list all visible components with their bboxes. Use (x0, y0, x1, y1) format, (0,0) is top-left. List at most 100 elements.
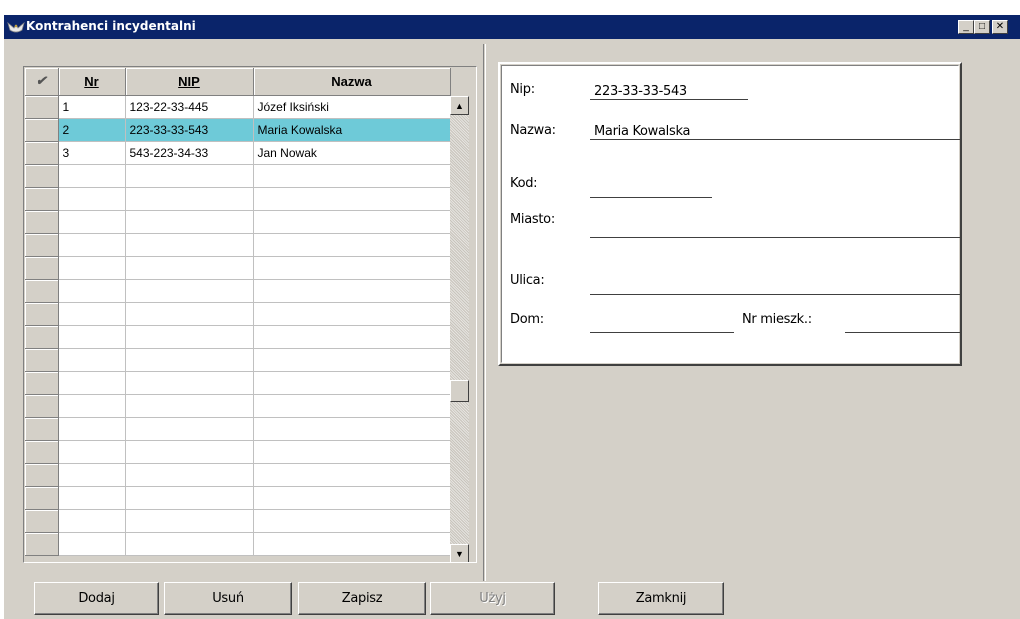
cell-nip[interactable]: 223-33-33-543 (125, 118, 254, 142)
title-bar[interactable]: Kontrahenci incydentalni _ □ ✕ (4, 15, 1020, 39)
empty-cell[interactable] (253, 371, 451, 395)
empty-cell[interactable] (125, 509, 254, 533)
empty-cell[interactable] (58, 532, 126, 556)
check-column-header[interactable]: ✔ (25, 68, 59, 96)
zapisz-button[interactable]: Zapisz (298, 582, 426, 615)
empty-cell[interactable] (125, 164, 254, 188)
row-indicator[interactable] (25, 348, 59, 372)
empty-cell[interactable] (58, 394, 126, 418)
empty-row[interactable] (25, 348, 451, 372)
empty-cell[interactable] (125, 325, 254, 349)
empty-cell[interactable] (125, 394, 254, 418)
row-indicator[interactable] (25, 233, 59, 257)
empty-cell[interactable] (253, 486, 451, 510)
empty-cell[interactable] (253, 348, 451, 372)
empty-cell[interactable] (253, 532, 451, 556)
cell-nazwa[interactable]: Jan Nowak (253, 141, 451, 165)
nazwa-field[interactable]: Maria Kowalska (590, 123, 962, 140)
empty-row[interactable] (25, 302, 451, 326)
empty-row[interactable] (25, 279, 451, 303)
row-indicator[interactable] (25, 210, 59, 234)
dodaj-button[interactable]: Dodaj (34, 582, 159, 615)
row-indicator[interactable] (25, 279, 59, 303)
empty-cell[interactable] (253, 279, 451, 303)
row-indicator[interactable] (25, 302, 59, 326)
row-indicator[interactable] (25, 371, 59, 395)
empty-row[interactable] (25, 256, 451, 280)
empty-row[interactable] (25, 325, 451, 349)
row-indicator[interactable] (25, 417, 59, 441)
contractors-grid[interactable]: ✔ Nr NIP Nazwa 1 123-22-33-445 Józef Iksiń… (23, 66, 477, 563)
table-row[interactable]: 1 123-22-33-445 Józef Iksiński (25, 95, 451, 119)
column-header-nazwa[interactable]: Nazwa (253, 68, 451, 96)
empty-cell[interactable] (253, 233, 451, 257)
empty-row[interactable] (25, 187, 451, 211)
empty-cell[interactable] (125, 532, 254, 556)
empty-cell[interactable] (253, 164, 451, 188)
empty-cell[interactable] (58, 164, 126, 188)
dom-field[interactable] (590, 316, 734, 333)
miasto-field[interactable] (590, 221, 962, 238)
empty-row[interactable] (25, 371, 451, 395)
empty-cell[interactable] (58, 233, 126, 257)
empty-row[interactable] (25, 463, 451, 487)
uzyj-button[interactable]: Użyj (430, 582, 555, 615)
empty-cell[interactable] (58, 463, 126, 487)
empty-cell[interactable] (125, 463, 254, 487)
empty-cell[interactable] (58, 348, 126, 372)
empty-row[interactable] (25, 486, 451, 510)
cell-nip[interactable]: 543-223-34-33 (125, 141, 254, 165)
minimize-button[interactable]: _ (958, 20, 974, 34)
scroll-thumb[interactable] (450, 380, 469, 402)
row-indicator[interactable] (25, 486, 59, 510)
row-indicator[interactable] (25, 118, 59, 142)
kod-field[interactable] (590, 181, 712, 198)
zamknij-button[interactable]: Zamknij (598, 582, 724, 615)
empty-cell[interactable] (125, 302, 254, 326)
empty-cell[interactable] (253, 325, 451, 349)
empty-cell[interactable] (125, 256, 254, 280)
maximize-button[interactable]: □ (974, 20, 990, 34)
cell-nr[interactable]: 2 (58, 118, 126, 142)
cell-nr[interactable]: 1 (58, 95, 126, 119)
empty-cell[interactable] (58, 256, 126, 280)
empty-cell[interactable] (253, 187, 451, 211)
cell-nip[interactable]: 123-22-33-445 (125, 95, 254, 119)
empty-cell[interactable] (253, 256, 451, 280)
table-row[interactable]: 2 223-33-33-543 Maria Kowalska (25, 118, 451, 142)
grid-vertical-scrollbar[interactable]: ▲ ▼ (450, 96, 469, 562)
row-indicator[interactable] (25, 187, 59, 211)
empty-row[interactable] (25, 440, 451, 464)
empty-cell[interactable] (253, 302, 451, 326)
empty-row[interactable] (25, 417, 451, 441)
empty-cell[interactable] (125, 233, 254, 257)
panel-splitter[interactable] (483, 44, 486, 581)
empty-cell[interactable] (58, 302, 126, 326)
empty-row[interactable] (25, 394, 451, 418)
nr-mieszk-field[interactable] (845, 316, 962, 333)
empty-cell[interactable] (125, 210, 254, 234)
empty-cell[interactable] (58, 210, 126, 234)
empty-cell[interactable] (125, 417, 254, 441)
scroll-up-button[interactable]: ▲ (450, 96, 469, 115)
empty-cell[interactable] (58, 279, 126, 303)
empty-cell[interactable] (125, 440, 254, 464)
empty-cell[interactable] (125, 348, 254, 372)
empty-row[interactable] (25, 164, 451, 188)
empty-cell[interactable] (58, 417, 126, 441)
row-indicator[interactable] (25, 325, 59, 349)
cell-nazwa[interactable]: Maria Kowalska (253, 118, 451, 142)
empty-cell[interactable] (125, 371, 254, 395)
empty-cell[interactable] (253, 440, 451, 464)
empty-cell[interactable] (58, 486, 126, 510)
row-indicator[interactable] (25, 164, 59, 188)
empty-row[interactable] (25, 532, 451, 556)
empty-cell[interactable] (58, 325, 126, 349)
empty-cell[interactable] (253, 463, 451, 487)
empty-row[interactable] (25, 233, 451, 257)
empty-cell[interactable] (58, 187, 126, 211)
row-indicator[interactable] (25, 95, 59, 119)
empty-row[interactable] (25, 509, 451, 533)
empty-cell[interactable] (58, 509, 126, 533)
close-button[interactable]: ✕ (992, 20, 1008, 34)
